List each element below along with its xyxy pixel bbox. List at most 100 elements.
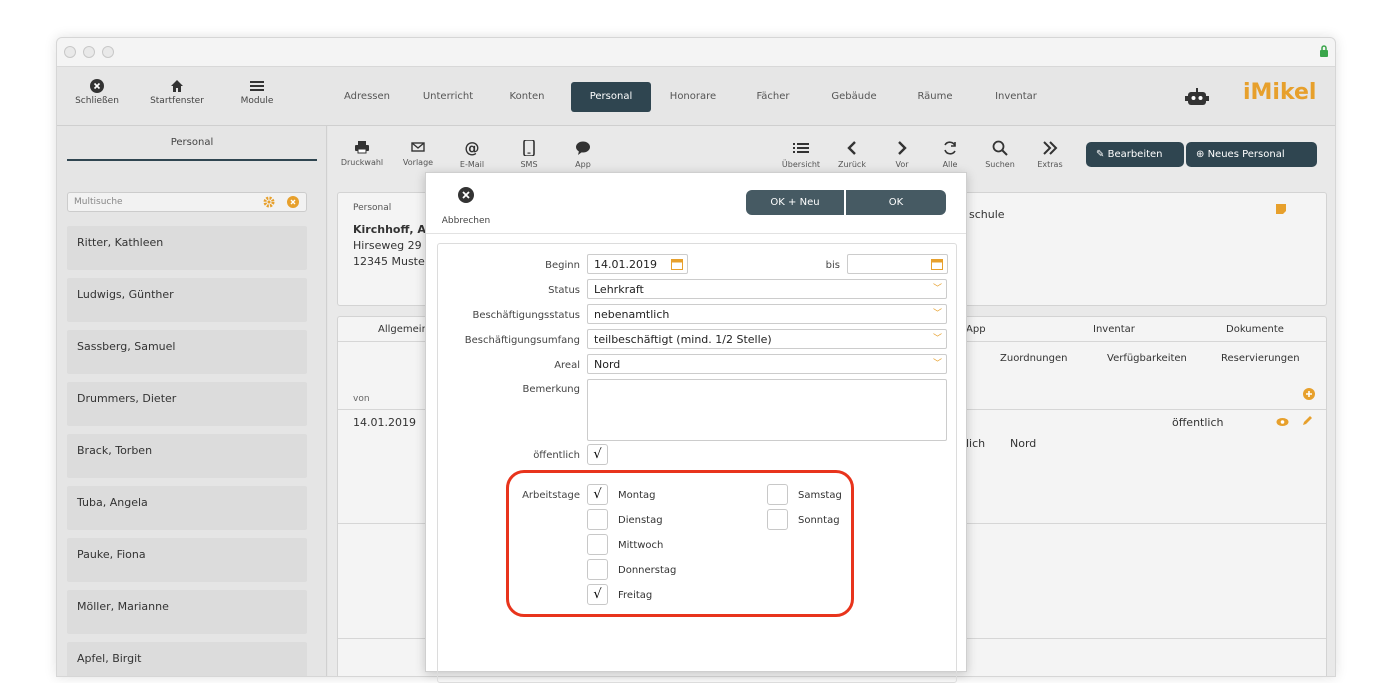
list-item[interactable]: Tuba, Angela	[67, 486, 307, 530]
areal-select[interactable]: Nord ﹀	[587, 354, 947, 374]
close-window-dot[interactable]	[64, 46, 76, 58]
areal-value: Nord	[594, 358, 621, 371]
oeffentlich-label: öffentlich	[533, 450, 580, 461]
subtab-reservierungen[interactable]: Reservierungen	[1221, 353, 1300, 364]
beginn-date-field[interactable]: 14.01.2019	[587, 254, 688, 274]
public-value: öffentlich	[1172, 416, 1224, 429]
person-name: Ludwigs, Günther	[77, 288, 174, 301]
status-select[interactable]: Lehrkraft ﹀	[587, 279, 947, 299]
von-value: 14.01.2019	[353, 416, 416, 429]
edit-pencil-icon[interactable]	[1301, 415, 1313, 427]
close-circle-icon	[90, 79, 104, 93]
app-label: App	[575, 160, 591, 169]
extras-button[interactable]: Extras	[1032, 140, 1068, 169]
beginn-label: Beginn	[545, 260, 580, 271]
bis-label: bis	[825, 260, 840, 271]
suchen-button[interactable]: Suchen	[980, 140, 1020, 169]
druckwahl-button[interactable]: Druckwahl	[339, 140, 385, 167]
list-item[interactable]: Drummers, Dieter	[67, 382, 307, 426]
home-button[interactable]: Startfenster	[147, 79, 207, 106]
person-name: Möller, Marianne	[77, 600, 169, 613]
beginn-value: 14.01.2019	[594, 258, 657, 271]
oeffentlich-checkbox[interactable]: √	[587, 444, 608, 465]
bemerkung-label: Bemerkung	[522, 384, 580, 395]
list-item[interactable]: Apfel, Birgit	[67, 642, 307, 676]
person-name: Drummers, Dieter	[77, 392, 177, 405]
clear-search-icon[interactable]	[287, 196, 299, 208]
eye-icon[interactable]	[1276, 417, 1289, 427]
areal-label: Areal	[554, 360, 580, 371]
plus-circle-icon: ⊕	[1196, 149, 1205, 160]
search-icon	[992, 140, 1008, 156]
lock-icon	[1320, 45, 1328, 57]
calendar-icon[interactable]	[671, 258, 683, 270]
tab-konten[interactable]: Konten	[497, 82, 557, 112]
bemerkung-textarea[interactable]	[587, 379, 947, 441]
ok-new-button[interactable]: OK + Neu	[746, 190, 844, 215]
list-icon	[793, 143, 809, 153]
beschaeftigungsstatus-select[interactable]: nebenamtlich ﹀	[587, 304, 947, 324]
sidebar-title: Personal	[170, 137, 214, 148]
tab-unterricht[interactable]: Unterricht	[414, 82, 482, 112]
note-icon[interactable]	[1275, 203, 1287, 215]
at-icon: @	[465, 140, 480, 156]
tab-personal[interactable]: Personal	[571, 82, 651, 112]
tab-adressen[interactable]: Adressen	[334, 82, 400, 112]
subtab-zuordnungen[interactable]: Zuordnungen	[1000, 353, 1067, 364]
home-button-label: Startfenster	[150, 96, 204, 106]
cancel-button[interactable]: Abbrechen	[438, 187, 494, 227]
phone-icon	[523, 140, 535, 156]
list-item[interactable]: Pauke, Fiona	[67, 538, 307, 582]
tab-gebaeude[interactable]: Gebäude	[821, 82, 887, 112]
tab-inventar-detail[interactable]: Inventar	[1093, 324, 1135, 335]
vorlage-button[interactable]: Vorlage	[398, 140, 438, 167]
list-item[interactable]: Ludwigs, Günther	[67, 278, 307, 322]
vor-button[interactable]: Vor	[884, 140, 920, 169]
zoom-window-dot[interactable]	[102, 46, 114, 58]
tab-honorare[interactable]: Honorare	[659, 82, 727, 112]
minimize-window-dot[interactable]	[83, 46, 95, 58]
gear-icon[interactable]	[263, 196, 275, 208]
tab-inventar[interactable]: Inventar	[985, 82, 1047, 112]
person-name: Tuba, Angela	[77, 496, 148, 509]
tab-app[interactable]: App	[966, 324, 986, 335]
sms-button[interactable]: SMS	[514, 140, 544, 169]
vorlage-label: Vorlage	[402, 158, 434, 167]
top-navigation: Schließen Startfenster Module Adressen U…	[57, 67, 1335, 126]
record-school: schule	[969, 208, 1005, 221]
beschaeftigungsumfang-select[interactable]: teilbeschäftigt (mind. 1/2 Stelle) ﹀	[587, 329, 947, 349]
add-circle-icon[interactable]	[1303, 388, 1315, 400]
person-name: Brack, Torben	[77, 444, 153, 457]
bis-date-field[interactable]	[847, 254, 948, 274]
list-item[interactable]: Sassberg, Samuel	[67, 330, 307, 374]
tab-faecher[interactable]: Fächer	[743, 82, 803, 112]
edit-button[interactable]: ✎ Bearbeiten	[1086, 142, 1184, 167]
calendar-icon[interactable]	[931, 258, 943, 270]
title-bar	[57, 38, 1335, 67]
app-button[interactable]: App	[568, 140, 598, 169]
printer-icon	[355, 141, 369, 154]
email-button[interactable]: @ E-Mail	[454, 140, 490, 169]
pencil-icon: ✎	[1096, 149, 1105, 160]
zurueck-button[interactable]: Zurück	[832, 140, 872, 169]
druckwahl-label: Druckwahl	[340, 158, 384, 167]
tab-raeume[interactable]: Räume	[905, 82, 965, 112]
new-personal-button[interactable]: ⊕ Neues Personal	[1186, 142, 1317, 167]
zurueck-label: Zurück	[838, 160, 866, 169]
close-button[interactable]: Schließen	[75, 79, 119, 106]
modules-button[interactable]: Module	[235, 79, 279, 106]
tab-dokumente[interactable]: Dokumente	[1226, 324, 1284, 335]
suchen-label: Suchen	[985, 160, 1015, 169]
robot-icon[interactable]	[1184, 87, 1210, 107]
list-item[interactable]: Brack, Torben	[67, 434, 307, 478]
list-item[interactable]: Möller, Marianne	[67, 590, 307, 634]
subtab-verfuegbarkeiten[interactable]: Verfügbarkeiten	[1107, 353, 1187, 364]
uebersicht-button[interactable]: Übersicht	[777, 140, 825, 169]
close-button-label: Schließen	[75, 96, 119, 106]
tab-allgemein[interactable]: Allgemein	[378, 324, 428, 335]
sms-label: SMS	[520, 160, 538, 169]
alle-button[interactable]: Alle	[932, 140, 968, 169]
extras-label: Extras	[1037, 160, 1063, 169]
list-item[interactable]: Ritter, Kathleen	[67, 226, 307, 270]
ok-button[interactable]: OK	[846, 190, 946, 215]
